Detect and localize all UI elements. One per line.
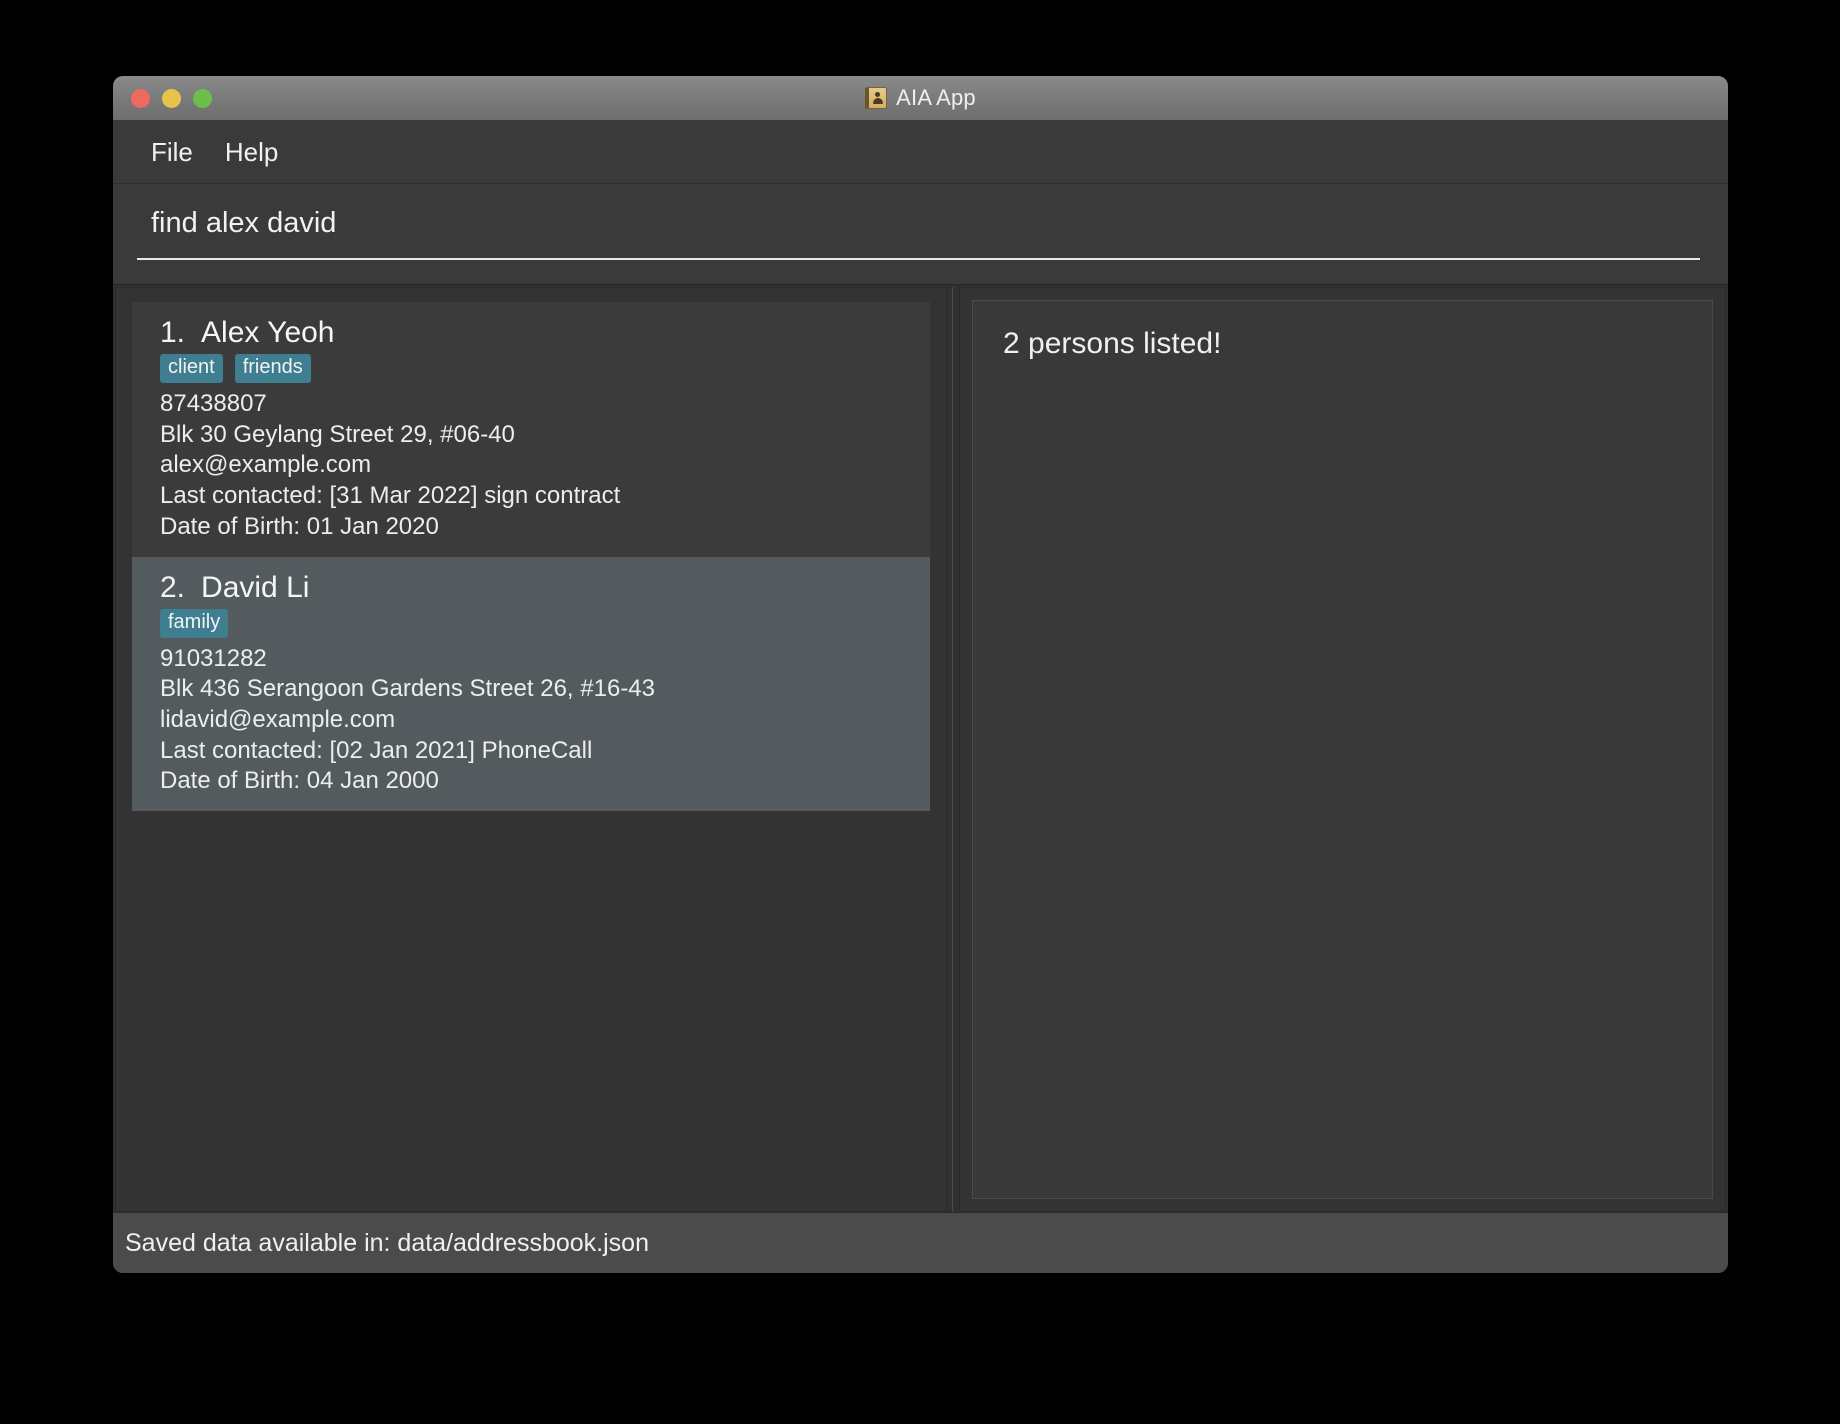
- result-message: 2 persons listed!: [1003, 327, 1222, 360]
- window-titlebar[interactable]: AIA App: [113, 76, 1728, 121]
- main-content: 1. Alex Yeoh client friends 87438807 Blk…: [113, 284, 1728, 1212]
- person-date-of-birth: Date of Birth: 01 Jan 2020: [160, 512, 439, 540]
- person-list: 1. Alex Yeoh client friends 87438807 Blk…: [116, 288, 946, 812]
- menu-item-file[interactable]: File: [135, 133, 209, 172]
- person-index: 1.: [160, 316, 186, 349]
- tag-chip: friends: [234, 354, 311, 383]
- app-window: AIA App File Help 1. Alex Yeoh: [113, 76, 1728, 1273]
- menu-item-help[interactable]: Help: [209, 133, 294, 172]
- command-input-wrapper: [137, 206, 1704, 262]
- result-panel: 2 persons listed!: [959, 287, 1726, 1212]
- command-bar: [113, 184, 1728, 284]
- person-name: David Li: [201, 570, 310, 604]
- maximize-window-button[interactable]: [193, 88, 212, 108]
- pane-splitter[interactable]: [947, 287, 959, 1212]
- person-last-contacted: Last contacted: [31 Mar 2022] sign contr…: [160, 482, 621, 510]
- result-display-box: 2 persons listed!: [972, 300, 1713, 1199]
- window-title: AIA App: [896, 85, 976, 110]
- person-email: alex@example.com: [160, 451, 372, 479]
- command-input-underline: [137, 257, 1700, 260]
- person-last-contacted: Last contacted: [02 Jan 2021] PhoneCall: [160, 736, 593, 764]
- close-window-button[interactable]: [131, 88, 150, 108]
- person-header: 2. David Li: [160, 571, 930, 605]
- tag-chip: family: [160, 608, 229, 638]
- person-index: 2.: [160, 570, 186, 604]
- window-controls: [131, 88, 212, 108]
- person-list-panel: 1. Alex Yeoh client friends 87438807 Blk…: [115, 287, 947, 1212]
- person-card-1[interactable]: 1. Alex Yeoh client friends 87438807 Blk…: [132, 302, 930, 557]
- window-title-group: AIA App: [113, 76, 1728, 120]
- command-input[interactable]: [137, 206, 1704, 240]
- status-bar: Saved data available in: data/addressboo…: [113, 1212, 1728, 1273]
- menu-bar: File Help: [113, 121, 1728, 184]
- person-email: lidavid@example.com: [160, 706, 396, 734]
- person-date-of-birth: Date of Birth: 04 Jan 2000: [160, 767, 439, 795]
- address-book-icon: [865, 87, 888, 109]
- minimize-window-button[interactable]: [162, 88, 181, 108]
- status-bar-text: Saved data available in: data/addressboo…: [125, 1228, 649, 1257]
- person-name: Alex Yeoh: [201, 316, 335, 349]
- person-phone: 87438807: [160, 390, 267, 417]
- tag-chip: client: [160, 354, 223, 383]
- person-card-2[interactable]: 2. David Li family 91031282 Blk 436 Sera…: [132, 556, 930, 812]
- person-address: Blk 436 Serangoon Gardens Street 26, #16…: [160, 675, 655, 703]
- person-tags: family: [160, 608, 930, 638]
- person-header: 1. Alex Yeoh: [160, 316, 930, 350]
- person-address: Blk 30 Geylang Street 29, #06-40: [160, 420, 515, 448]
- person-phone: 91031282: [160, 644, 267, 672]
- person-tags: client friends: [160, 354, 930, 383]
